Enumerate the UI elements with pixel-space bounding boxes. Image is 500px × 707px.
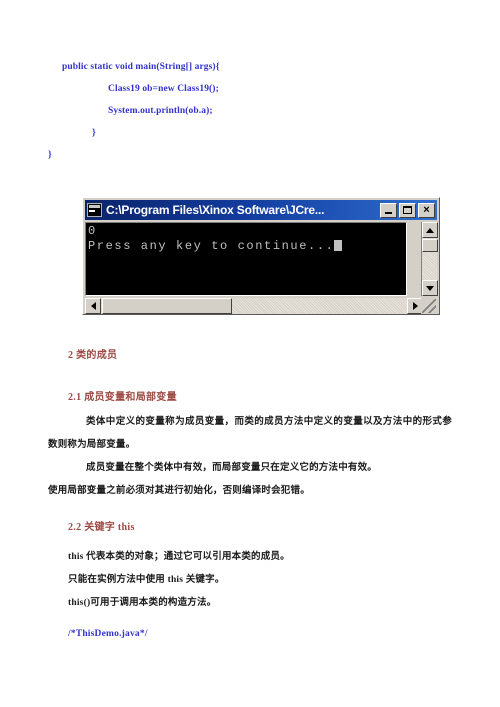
code-line-close-class: }: [48, 150, 52, 160]
chevron-up-icon: [426, 227, 434, 233]
paragraph-2-1-3: 使用局部变量之前必须对其进行初始化，否则编译时会犯错。: [48, 486, 310, 496]
chevron-left-icon: [90, 302, 96, 310]
chevron-right-icon: [412, 302, 418, 310]
heading-section-2-2: 2.2 关键字 this: [68, 522, 135, 533]
java-code-block: public static void main(String[] args){ …: [0, 56, 500, 166]
code-line-println: System.out.println(ob.a);: [108, 106, 213, 116]
console-output-area[interactable]: 0 Press any key to continue...: [85, 222, 407, 296]
minimize-icon: [385, 212, 392, 214]
console-icon: [87, 203, 102, 217]
code-line-main-signature: public static void main(String[] args){: [62, 62, 220, 72]
minimize-button[interactable]: [380, 202, 397, 218]
console-output-text: Press any key to continue...: [88, 239, 335, 253]
horizontal-scrollbar[interactable]: [85, 298, 423, 314]
heading-section-2-1: 2.1 成员变量和局部变量: [68, 392, 177, 403]
paragraph-2-1-1: 类体中定义的变量称为成员变量，而类的成员方法中定义的变量以及方法中的形式参数则称…: [48, 417, 452, 450]
horizontal-scroll-thumb[interactable]: [102, 298, 232, 314]
maximize-button[interactable]: [399, 202, 416, 218]
console-output-line-2: Press any key to continue...: [88, 239, 404, 254]
chevron-down-icon: [426, 285, 434, 291]
scroll-up-button[interactable]: [422, 222, 438, 238]
paragraph-2-2-2: 只能在实例方法中使用 this 关键字。: [68, 575, 225, 585]
console-cursor: [334, 240, 343, 251]
paragraph-2-2-1: this 代表本类的对象；通过它可以引用本类的成员。: [68, 552, 290, 562]
maximize-icon: [403, 206, 412, 214]
console-title-text: C:\Program Files\Xinox Software\JCre...: [106, 203, 325, 217]
code-line-object-creation: Class19 ob=new Class19();: [108, 84, 219, 94]
close-button[interactable]: ×: [418, 202, 435, 218]
code-line-close-method: }: [92, 128, 96, 138]
heading-section-2: 2 类的成员: [68, 350, 118, 361]
vertical-scroll-thumb[interactable]: [422, 239, 438, 252]
scroll-down-button[interactable]: [422, 280, 438, 296]
paragraph-2-1-2: 成员变量在整个类体中有效，而局部变量只在定义它的方法中有效。: [86, 463, 378, 473]
paragraph-2-2-3: this()可用于调用本类的构造方法。: [68, 598, 217, 608]
resize-grip[interactable]: [421, 298, 437, 314]
console-title-bar[interactable]: C:\Program Files\Xinox Software\JCre... …: [85, 200, 437, 220]
scroll-left-button[interactable]: [85, 298, 101, 314]
console-window[interactable]: C:\Program Files\Xinox Software\JCre... …: [82, 197, 440, 315]
console-output-line-1: 0: [88, 224, 97, 238]
close-icon: ×: [423, 203, 430, 216]
vertical-scrollbar[interactable]: [421, 222, 438, 296]
document-page: public static void main(String[] args){ …: [0, 0, 500, 707]
console-body: 0 Press any key to continue...: [85, 222, 438, 314]
file-comment-line: /*ThisDemo.java*/: [68, 629, 148, 639]
window-controls: ×: [380, 202, 435, 218]
